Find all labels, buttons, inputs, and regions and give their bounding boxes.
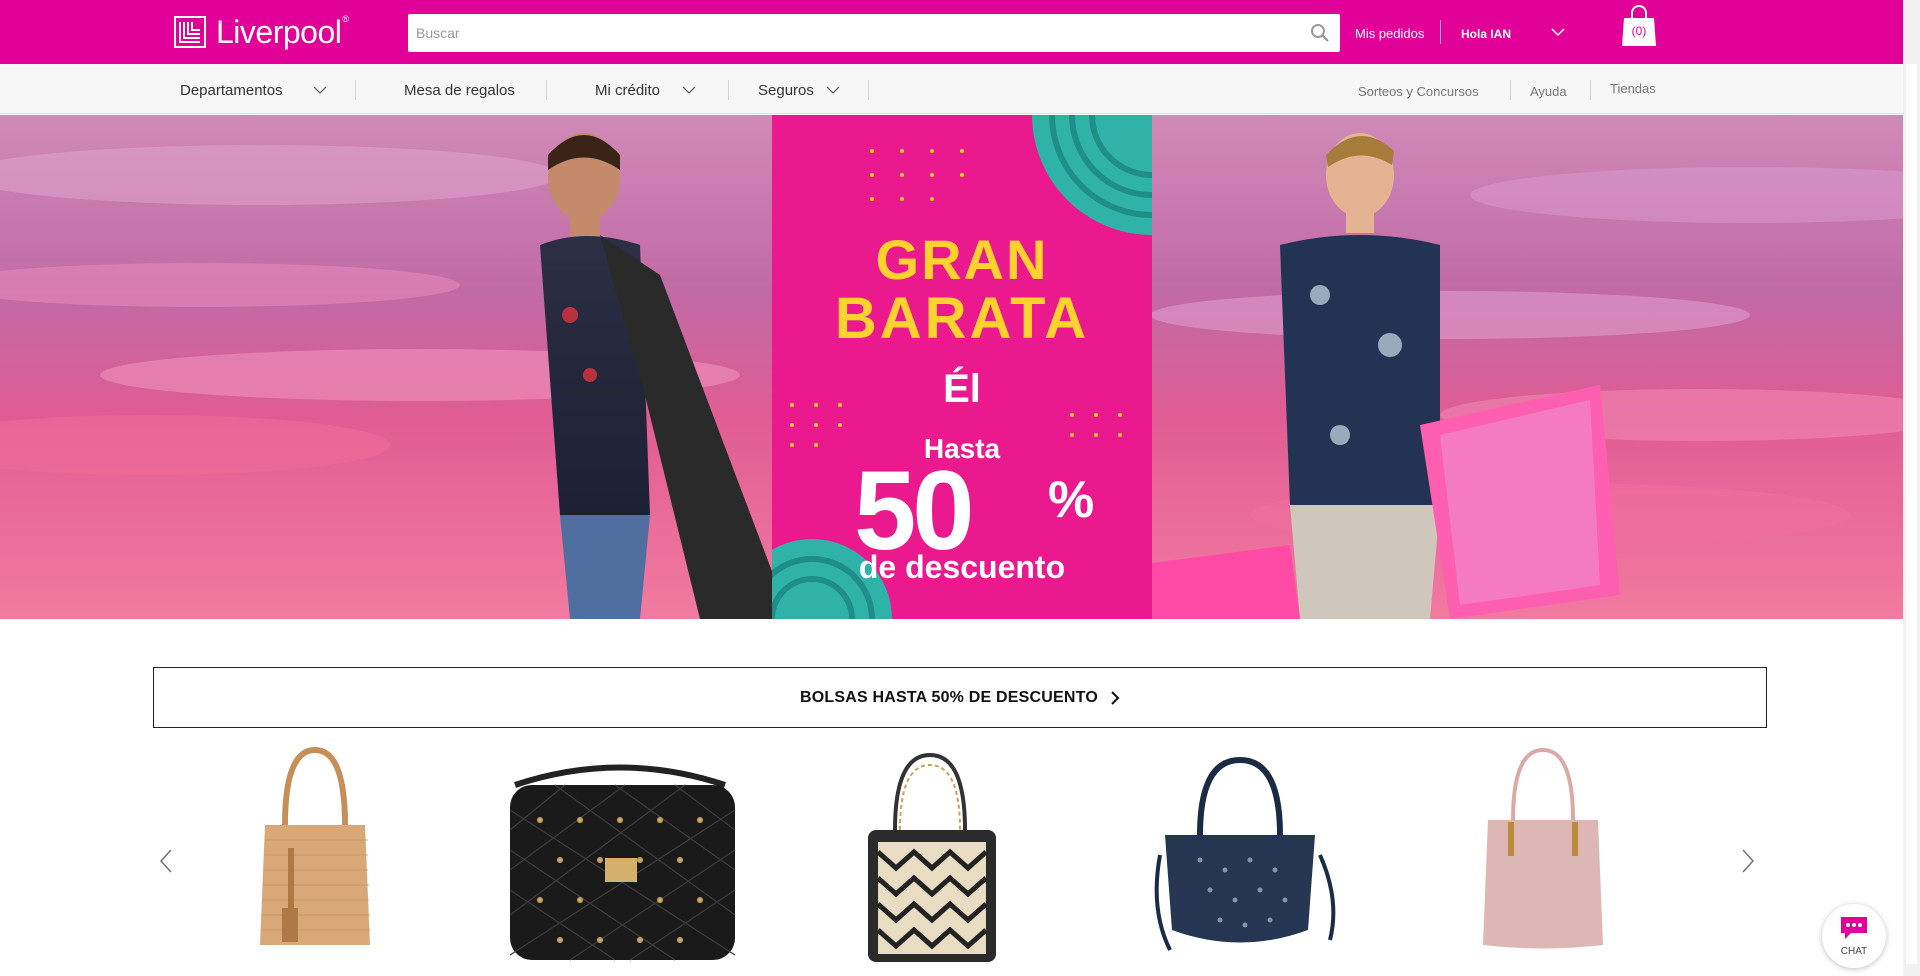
promo-panel: GRAN BARATA Él Hasta 50 % de descuento: [772, 115, 1152, 619]
tan-tote-bag-icon[interactable]: [240, 740, 390, 976]
nav-mi-credito[interactable]: Mi crédito: [595, 82, 696, 99]
nav-mesa-de-regalos[interactable]: Mesa de regalos: [404, 82, 515, 99]
nav-departamentos-label: Departamentos: [180, 82, 283, 99]
hero-percent-sign: %: [1048, 471, 1095, 529]
chat-label: CHAT: [1840, 946, 1868, 957]
chevron-down-icon: [682, 86, 696, 94]
chevron-right-icon: [1111, 690, 1120, 705]
nav-separator: [1510, 80, 1511, 100]
bolsas-promo-label: BOLSAS HASTA 50% DE DESCUENTO: [800, 688, 1098, 706]
search-icon[interactable]: [1310, 23, 1330, 43]
chevron-left-icon[interactable]: [158, 848, 174, 874]
nav-seguros-label: Seguros: [758, 82, 814, 99]
hero-title-gran: GRAN: [875, 228, 1049, 291]
hero-de-descuento: de descuento: [858, 549, 1066, 585]
secondary-nav: Departamentos Mesa de regalos Mi crédito…: [0, 64, 1920, 114]
bolsas-promo-link[interactable]: BOLSAS HASTA 50% DE DESCUENTO: [153, 667, 1767, 728]
liverpool-logo-icon: [174, 16, 206, 48]
nav-separator: [355, 80, 356, 100]
chevron-right-icon[interactable]: [1740, 848, 1756, 874]
hero-title-barata: BARATA: [834, 286, 1090, 351]
nav-ayuda-link[interactable]: Ayuda: [1530, 84, 1567, 99]
nav-separator: [1590, 80, 1591, 100]
nav-separator: [868, 80, 869, 100]
chevron-down-icon: [826, 86, 840, 94]
cart-count[interactable]: (0): [1620, 24, 1658, 38]
nav-separator: [728, 80, 729, 100]
liverpool-logo[interactable]: Liverpool®: [174, 12, 349, 52]
navy-studded-bag-icon[interactable]: [1140, 740, 1340, 976]
chat-button[interactable]: CHAT: [1822, 904, 1886, 968]
header-divider: [1440, 20, 1441, 44]
search-bar: [408, 14, 1340, 52]
top-header: Liverpool® Mis pedidos Hola IAN (0): [0, 0, 1920, 64]
nav-separator: [546, 80, 547, 100]
hero-subtitle-el: Él: [943, 367, 981, 411]
chevron-down-icon: [313, 86, 327, 94]
chat-bubble-icon: [1841, 917, 1867, 939]
nav-sorteos-link[interactable]: Sorteos y Concursos: [1358, 84, 1479, 99]
scrollbar-thumb[interactable]: [1906, 64, 1917, 964]
nav-seguros[interactable]: Seguros: [758, 82, 840, 99]
account-greeting[interactable]: Hola IAN: [1461, 27, 1511, 41]
chevron-pattern-bag-icon[interactable]: [850, 740, 1010, 976]
bags-carousel: [150, 740, 1770, 976]
nav-departamentos[interactable]: Departamentos: [180, 82, 327, 99]
black-quilted-bag-icon[interactable]: [495, 740, 745, 976]
mis-pedidos-link[interactable]: Mis pedidos: [1355, 26, 1424, 41]
chevron-down-icon[interactable]: [1550, 26, 1566, 38]
brand-name: Liverpool®: [216, 13, 349, 50]
hero-banner[interactable]: GRAN BARATA Él Hasta 50 % de descuento: [0, 115, 1920, 619]
nav-mesa-label: Mesa de regalos: [404, 82, 515, 99]
nav-tiendas-link[interactable]: Tiendas: [1610, 81, 1656, 96]
search-input[interactable]: [408, 15, 1288, 51]
nav-credito-label: Mi crédito: [595, 82, 661, 99]
pink-tote-bag-icon[interactable]: [1468, 740, 1618, 976]
